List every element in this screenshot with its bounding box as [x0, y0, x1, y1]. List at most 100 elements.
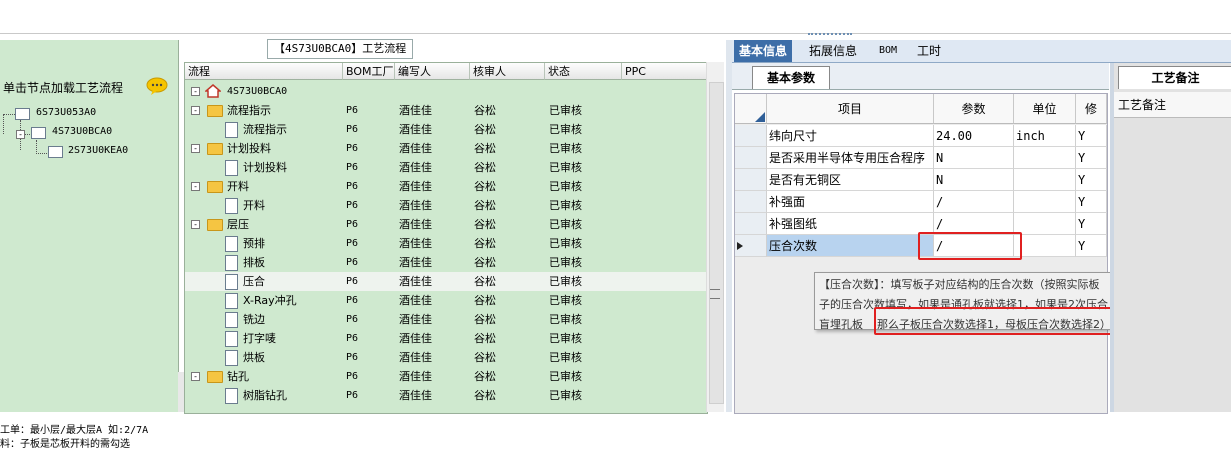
- table-row[interactable]: 计划投料 P6 酒佳佳 谷松 已审核: [185, 158, 707, 177]
- table-row[interactable]: 是否有无铜区 N Y: [735, 169, 1107, 191]
- cell-unit[interactable]: [1014, 169, 1076, 191]
- tree-node[interactable]: 2S73U0KEA0: [68, 145, 128, 156]
- row-header[interactable]: [735, 191, 767, 213]
- panel-splitter[interactable]: [726, 40, 732, 412]
- table-row[interactable]: - 4S73U0BCA0: [185, 82, 707, 101]
- tree-node-icon: [15, 108, 30, 120]
- cell-modify-flag[interactable]: Y: [1076, 169, 1107, 191]
- cell-reviewer: 谷松: [474, 237, 496, 250]
- col-header-status[interactable]: 状态: [545, 63, 622, 80]
- sort-corner-icon: [755, 112, 765, 122]
- cell-item[interactable]: 纬向尺寸: [767, 125, 934, 147]
- row-header[interactable]: [735, 125, 767, 147]
- table-row[interactable]: - 计划投料 P6 酒佳佳 谷松 已审核: [185, 139, 707, 158]
- table-row[interactable]: 排板 P6 酒佳佳 谷松 已审核: [185, 253, 707, 272]
- row-header[interactable]: [735, 213, 767, 235]
- table-row[interactable]: 铣边 P6 酒佳佳 谷松 已审核: [185, 310, 707, 329]
- cell-modify-flag[interactable]: Y: [1076, 147, 1107, 169]
- table-row[interactable]: - 流程指示 P6 酒佳佳 谷松 已审核: [185, 101, 707, 120]
- splitter-grip[interactable]: [808, 33, 852, 39]
- tab-extended-info[interactable]: 拓展信息: [804, 40, 862, 62]
- col-header-modify[interactable]: 修: [1076, 94, 1107, 124]
- row-header[interactable]: [735, 169, 767, 191]
- table-row[interactable]: 补强面 / Y: [735, 191, 1107, 213]
- col-header-factory[interactable]: BOM工厂: [343, 63, 395, 80]
- table-row[interactable]: 烘板 P6 酒佳佳 谷松 已审核: [185, 348, 707, 367]
- col-header-flow[interactable]: 流程: [185, 63, 343, 80]
- cell-flow-name: 流程指示: [243, 123, 287, 136]
- cell-modify-flag[interactable]: Y: [1076, 213, 1107, 235]
- table-row[interactable]: 开料 P6 酒佳佳 谷松 已审核: [185, 196, 707, 215]
- table-row[interactable]: X-Ray冲孔 P6 酒佳佳 谷松 已审核: [185, 291, 707, 310]
- cell-unit[interactable]: [1014, 235, 1076, 257]
- flow-vertical-scrollbar[interactable]: [706, 62, 724, 412]
- cell-item[interactable]: 补强面: [767, 191, 934, 213]
- cell-unit[interactable]: [1014, 147, 1076, 169]
- col-header-value[interactable]: 参数: [934, 94, 1014, 124]
- cell-value[interactable]: /: [934, 191, 1014, 213]
- cell-item[interactable]: 压合次数: [767, 235, 934, 257]
- table-row[interactable]: 预排 P6 酒佳佳 谷松 已审核: [185, 234, 707, 253]
- scrollbar-thumb[interactable]: [709, 82, 724, 404]
- craft-remark-header: 工艺备注: [1114, 92, 1231, 118]
- cell-unit[interactable]: [1014, 213, 1076, 235]
- collapse-toggle-icon[interactable]: -: [191, 220, 200, 229]
- tree-node-selected[interactable]: 4S73U0BCA0: [52, 126, 112, 137]
- cell-item[interactable]: 是否采用半导体专用压合程序: [767, 147, 934, 169]
- cell-factory: P6: [346, 352, 359, 363]
- row-header[interactable]: [735, 235, 767, 257]
- left-panel-title: 单击节点加载工艺流程: [3, 81, 124, 95]
- collapse-toggle-icon[interactable]: -: [16, 130, 25, 139]
- cell-status: 已审核: [549, 123, 582, 136]
- cell-value[interactable]: 24.00: [934, 125, 1014, 147]
- flow-grid[interactable]: 流程 BOM工厂 编写人 核审人 状态 PPC - 4S73U0BCA0 - 流程指示…: [184, 62, 708, 414]
- table-row[interactable]: - 开料 P6 酒佳佳 谷松 已审核: [185, 177, 707, 196]
- collapse-toggle-icon[interactable]: -: [191, 106, 200, 115]
- cell-modify-flag[interactable]: Y: [1076, 235, 1107, 257]
- cell-item[interactable]: 是否有无铜区: [767, 169, 934, 191]
- document-icon: [225, 388, 238, 404]
- table-row[interactable]: - 层压 P6 酒佳佳 谷松 已审核: [185, 215, 707, 234]
- tab-work-hours[interactable]: 工时: [912, 40, 946, 62]
- row-header[interactable]: [735, 147, 767, 169]
- collapse-toggle-icon[interactable]: -: [191, 144, 200, 153]
- col-header-item[interactable]: 项目: [767, 94, 934, 124]
- chat-bubble-icon[interactable]: [146, 77, 168, 95]
- collapse-toggle-icon[interactable]: -: [191, 372, 200, 381]
- cell-author: 酒佳佳: [399, 142, 432, 155]
- col-header-reviewer[interactable]: 核审人: [470, 63, 545, 80]
- table-row[interactable]: 纬向尺寸 24.00 inch Y: [735, 125, 1107, 147]
- cell-value[interactable]: N: [934, 169, 1014, 191]
- subtab-basic-params[interactable]: 基本参数: [752, 66, 830, 89]
- right-tab-bar: 基本信息 拓展信息 BOM 工时: [732, 40, 1231, 63]
- cell-unit[interactable]: inch: [1014, 125, 1076, 147]
- cell-item[interactable]: 补强图纸: [767, 213, 934, 235]
- tab-basic-info[interactable]: 基本信息: [734, 40, 793, 62]
- folder-icon: [207, 105, 223, 117]
- cell-unit[interactable]: [1014, 191, 1076, 213]
- cell-author: 酒佳佳: [399, 351, 432, 364]
- table-row[interactable]: 压合 P6 酒佳佳 谷松 已审核: [185, 272, 707, 291]
- col-header-ppc[interactable]: PPC: [622, 63, 707, 80]
- cell-modify-flag[interactable]: Y: [1076, 125, 1107, 147]
- col-header-author[interactable]: 编写人: [395, 63, 470, 80]
- tab-craft-remark[interactable]: 工艺备注: [1118, 66, 1231, 89]
- table-row[interactable]: 是否采用半导体专用压合程序 N Y: [735, 147, 1107, 169]
- tree-node[interactable]: 6S73U053A0: [36, 107, 96, 118]
- cell-flow-name: 流程指示: [227, 104, 271, 117]
- cell-flow-name: 预排: [243, 237, 265, 250]
- document-icon: [225, 331, 238, 347]
- table-row[interactable]: 打字唛 P6 酒佳佳 谷松 已审核: [185, 329, 707, 348]
- col-header-unit[interactable]: 单位: [1014, 94, 1076, 124]
- table-row[interactable]: 流程指示 P6 酒佳佳 谷松 已审核: [185, 120, 707, 139]
- cell-reviewer: 谷松: [474, 275, 496, 288]
- table-row[interactable]: - 钻孔 P6 酒佳佳 谷松 已审核: [185, 367, 707, 386]
- collapse-toggle-icon[interactable]: -: [191, 182, 200, 191]
- cell-reviewer: 谷松: [474, 199, 496, 212]
- cell-modify-flag[interactable]: Y: [1076, 191, 1107, 213]
- collapse-toggle-icon[interactable]: -: [191, 87, 200, 96]
- tab-bom[interactable]: BOM: [874, 40, 902, 62]
- table-row[interactable]: 树脂钻孔 P6 酒佳佳 谷松 已审核: [185, 386, 707, 405]
- cell-value[interactable]: N: [934, 147, 1014, 169]
- cell-author: 酒佳佳: [399, 275, 432, 288]
